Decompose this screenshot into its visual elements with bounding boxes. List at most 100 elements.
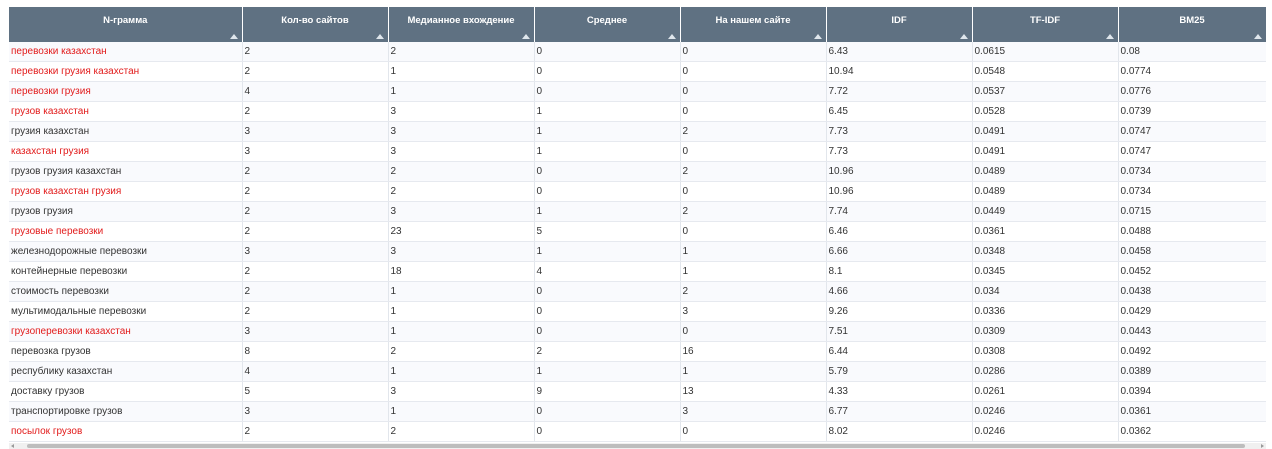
table-row[interactable]: республику казахстан 4 1 1 1 5.79 0.0286 0.0389	[9, 361, 1266, 382]
cell-ours: 0	[680, 42, 827, 62]
cell-tfidf: 0.0537	[972, 81, 1119, 102]
table-row[interactable]: грузов казахстан 2 3 1 0 6.45 0.0528 0.0739	[9, 101, 1266, 122]
cell-idf: 6.44	[826, 341, 973, 362]
cell-tfidf: 0.0345	[972, 261, 1119, 282]
cell-median: 1	[388, 61, 535, 82]
column-header-ours[interactable]: На нашем сайте	[680, 7, 827, 42]
cell-ours: 16	[680, 341, 827, 362]
table-row[interactable]: грузоперевозки казахстан 3 1 0 0 7.51 0.0309 0.…	[9, 321, 1266, 342]
cell-sites: 3	[242, 321, 389, 342]
sort-asc-icon[interactable]	[521, 34, 530, 39]
cell-ngram: перевозки казахстан	[9, 42, 243, 62]
sort-asc-icon[interactable]	[959, 34, 968, 39]
cell-median: 1	[388, 301, 535, 322]
table-row[interactable]: перевозки казахстан 2 2 0 0 6.43 0.0615 0.08	[9, 42, 1266, 62]
cell-mean: 0	[534, 161, 681, 182]
ngram-table-container: N-грамма Кол-во сайтов Медианное вхожден…	[9, 7, 1266, 449]
horizontal-scrollbar[interactable]	[9, 443, 1266, 449]
cell-ours: 2	[680, 201, 827, 222]
cell-ngram: перевозка грузов	[9, 341, 243, 362]
cell-mean: 1	[534, 121, 681, 142]
cell-mean: 1	[534, 361, 681, 382]
cell-bm25: 0.0747	[1118, 121, 1266, 142]
cell-ours: 1	[680, 361, 827, 382]
sort-asc-icon[interactable]	[813, 34, 822, 39]
cell-tfidf: 0.0348	[972, 241, 1119, 262]
cell-idf: 7.72	[826, 81, 973, 102]
column-header-ngram[interactable]: N-грамма	[9, 7, 243, 42]
table-row[interactable]: перевозки грузия казахстан 2 1 0 0 10.94 0.054…	[9, 61, 1266, 82]
table-row[interactable]: контейнерные перевозки 2 18 4 1 8.1 0.0345 0.04…	[9, 261, 1266, 282]
table-row[interactable]: посылок грузов 2 2 0 0 8.02 0.0246 0.0362	[9, 421, 1266, 442]
column-header-idf[interactable]: IDF	[826, 7, 973, 42]
table-row[interactable]: доставку грузов 5 3 9 13 4.33 0.0261 0.0394	[9, 381, 1266, 402]
cell-median: 2	[388, 421, 535, 442]
table-row[interactable]: грузов грузия казахстан 2 2 0 2 10.96 0.0489 0.…	[9, 161, 1266, 182]
table-row[interactable]: перевозка грузов 8 2 2 16 6.44 0.0308 0.0492	[9, 341, 1266, 362]
column-header-bm25[interactable]: BM25	[1118, 7, 1266, 42]
cell-sites: 3	[242, 141, 389, 162]
cell-ours: 0	[680, 181, 827, 202]
cell-bm25: 0.0452	[1118, 261, 1266, 282]
cell-median: 3	[388, 241, 535, 262]
cell-ngram: посылок грузов	[9, 421, 243, 442]
cell-idf: 4.33	[826, 381, 973, 402]
cell-bm25: 0.0774	[1118, 61, 1266, 82]
table-row[interactable]: грузия казахстан 3 3 1 2 7.73 0.0491 0.0747	[9, 121, 1266, 142]
column-header-tfidf[interactable]: TF-IDF	[972, 7, 1119, 42]
table-row[interactable]: грузов грузия 2 3 1 2 7.74 0.0449 0.0715	[9, 201, 1266, 222]
cell-median: 18	[388, 261, 535, 282]
table-row[interactable]: грузов казахстан грузия 2 2 0 0 10.96 0.0489 0.…	[9, 181, 1266, 202]
cell-ngram: грузов грузия	[9, 201, 243, 222]
table-row[interactable]: транспортировке грузов 3 1 0 3 6.77 0.0246 0.03…	[9, 401, 1266, 422]
scrollbar-thumb[interactable]	[27, 444, 1245, 448]
table-row[interactable]: мультимодальные перевозки 2 1 0 3 9.26 0.0336 0…	[9, 301, 1266, 322]
table-row[interactable]: железнодорожные перевозки 3 3 1 1 6.66 0.0348 0…	[9, 241, 1266, 262]
cell-idf: 7.73	[826, 121, 973, 142]
cell-bm25: 0.0488	[1118, 221, 1266, 242]
cell-sites: 2	[242, 201, 389, 222]
sort-asc-icon[interactable]	[1253, 34, 1262, 39]
column-header-sites[interactable]: Кол-во сайтов	[242, 7, 389, 42]
cell-tfidf: 0.0246	[972, 421, 1119, 442]
cell-median: 1	[388, 401, 535, 422]
cell-mean: 0	[534, 181, 681, 202]
cell-tfidf: 0.0246	[972, 401, 1119, 422]
cell-sites: 2	[242, 281, 389, 302]
cell-ours: 0	[680, 421, 827, 442]
cell-median: 2	[388, 161, 535, 182]
table-body: перевозки казахстан 2 2 0 0 6.43 0.0615 0.08 пер…	[9, 42, 1266, 442]
cell-tfidf: 0.0361	[972, 221, 1119, 242]
cell-ours: 0	[680, 61, 827, 82]
cell-sites: 4	[242, 361, 389, 382]
table-row[interactable]: стоимость перевозки 2 1 0 2 4.66 0.034 0.0438	[9, 281, 1266, 302]
sort-asc-icon[interactable]	[667, 34, 676, 39]
cell-bm25: 0.08	[1118, 42, 1266, 62]
cell-ngram: грузия казахстан	[9, 121, 243, 142]
table-row[interactable]: казахстан грузия 3 3 1 0 7.73 0.0491 0.0747	[9, 141, 1266, 162]
cell-ngram: железнодорожные перевозки	[9, 241, 243, 262]
table-row[interactable]: перевозки грузия 4 1 0 0 7.72 0.0537 0.0776	[9, 81, 1266, 102]
sort-asc-icon[interactable]	[229, 34, 238, 39]
cell-sites: 3	[242, 241, 389, 262]
column-header-median[interactable]: Медианное вхождение	[388, 7, 535, 42]
cell-sites: 2	[242, 261, 389, 282]
cell-ours: 2	[680, 161, 827, 182]
sort-asc-icon[interactable]	[375, 34, 384, 39]
cell-ngram: перевозки грузия	[9, 81, 243, 102]
table-row[interactable]: грузовые перевозки 2 23 5 0 6.46 0.0361 0.0488	[9, 221, 1266, 242]
cell-ours: 3	[680, 301, 827, 322]
scroll-right-icon[interactable]	[1261, 444, 1264, 448]
sort-asc-icon[interactable]	[1105, 34, 1114, 39]
scroll-left-icon[interactable]	[11, 444, 14, 448]
cell-ours: 1	[680, 261, 827, 282]
cell-median: 3	[388, 121, 535, 142]
cell-bm25: 0.0734	[1118, 181, 1266, 202]
cell-ngram: грузовые перевозки	[9, 221, 243, 242]
cell-sites: 2	[242, 221, 389, 242]
cell-idf: 8.1	[826, 261, 973, 282]
cell-ours: 3	[680, 401, 827, 422]
cell-idf: 9.26	[826, 301, 973, 322]
column-header-mean[interactable]: Среднее	[534, 7, 681, 42]
cell-ours: 13	[680, 381, 827, 402]
